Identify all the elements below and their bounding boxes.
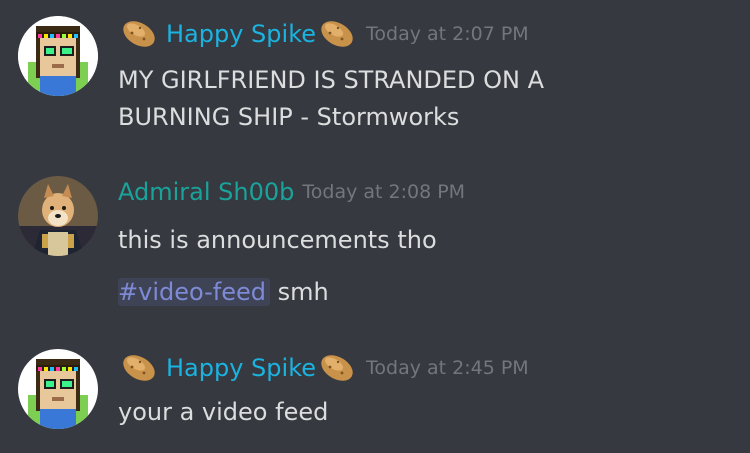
timestamp: Today at 2:08 PM (302, 180, 466, 203)
message-text: BURNING SHIP - Stormworks (118, 103, 460, 131)
potato-icon (118, 15, 160, 53)
message-header: Admiral Sh00b Today at 2:08 PM (118, 172, 465, 212)
message-text-suffix: smh (269, 278, 329, 306)
avatar[interactable] (18, 349, 98, 429)
message-text: this is announcements tho (118, 226, 437, 254)
message-text: your a video feed (118, 398, 329, 426)
username[interactable]: Happy Spike (166, 356, 316, 380)
potato-icon (316, 349, 358, 387)
potato-icon (118, 349, 160, 387)
username[interactable]: Admiral Sh00b (118, 180, 294, 204)
dog-admiral-avatar-icon (18, 176, 98, 256)
pixel-character-avatar-icon (18, 16, 98, 96)
message-header: Happy Spike Today at 2:45 PM (118, 348, 529, 388)
avatar[interactable] (18, 176, 98, 256)
message-header: Happy Spike Today at 2:07 PM (118, 14, 529, 54)
message-text: #video-feed smh (118, 272, 329, 312)
potato-icon (316, 15, 358, 53)
username[interactable]: Happy Spike (166, 22, 316, 46)
avatar[interactable] (18, 16, 98, 96)
timestamp: Today at 2:45 PM (366, 356, 529, 379)
pixel-character-avatar-icon (18, 349, 98, 429)
channel-mention[interactable]: #video-feed (118, 278, 270, 306)
message-text: MY GIRLFRIEND IS STRANDED ON A (118, 66, 545, 94)
timestamp: Today at 2:07 PM (366, 22, 529, 45)
